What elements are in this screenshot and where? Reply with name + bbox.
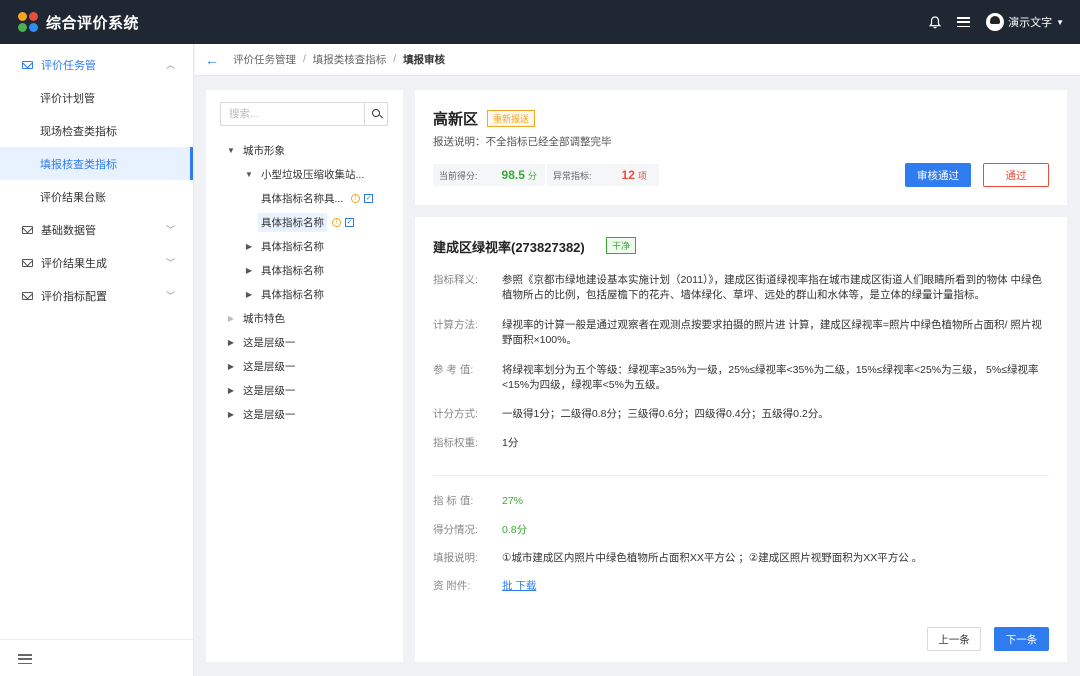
sidebar-item-label: 评价结果台账	[40, 191, 106, 204]
tree-node[interactable]: ▼ 城市形象	[206, 138, 403, 162]
tree-node[interactable]: ▶ 这是层级一	[206, 378, 403, 402]
menu-icon[interactable]	[957, 17, 971, 27]
field-definition: 指标释义: 参照《京都市绿地建设基本实施计划（2011）》，建成区街道绿视率指在…	[433, 274, 1042, 301]
tree-node[interactable]: ▶ 城市特色	[206, 306, 403, 330]
prev-button[interactable]: 上一条	[927, 627, 981, 651]
collapse-menu-icon[interactable]	[18, 654, 32, 664]
sidebar-item-report-check[interactable]: 填报核查类指标	[0, 147, 193, 180]
status-badge: 干净	[606, 237, 637, 254]
sidebar-group-result[interactable]: 评价结果生成 ﹀	[0, 246, 193, 279]
mail-icon	[22, 225, 33, 234]
back-arrow-icon[interactable]: ←	[205, 52, 219, 68]
field-reference: 参 考 值: 将绿视率划分为五个等级：绿视率≥35%为一级，25%≤绿视率<35…	[433, 364, 1039, 391]
sidebar-group-label: 评价指标配置	[41, 290, 107, 303]
top-bar: 综合评价系统 演示文字 ▼	[0, 0, 1080, 44]
sidebar-group-label: 评价结果生成	[41, 257, 107, 270]
user-name: 演示文字	[1008, 17, 1053, 29]
field-scoring: 计分方式: 一级得1分；二级得0.8分；三级得0.6分；四级得0.4分；五级得0…	[433, 408, 829, 420]
status-badge: 重新报送	[487, 110, 536, 127]
chevron-up-icon: ︿	[165, 60, 175, 70]
caret-right-icon[interactable]: ▶	[226, 338, 236, 347]
report-note: 报送说明：不全指标已经全部调整完毕	[433, 136, 612, 148]
checkbox-checked-icon[interactable]: ✓	[364, 193, 374, 203]
indicator-detail-card: 建成区绿视率(273827382) 干净 指标释义: 参照《京都市绿地建设基本实…	[415, 217, 1067, 662]
tree-node[interactable]: ▶ 具体指标名称	[206, 234, 403, 258]
indicator-title: 建成区绿视率(273827382)	[433, 240, 585, 255]
indicator-tree-panel: ▼ 城市形象 ▼ 小型垃圾压缩收集站... 具体指标名称具... !✓ 具体指标…	[206, 90, 403, 662]
tree-node[interactable]: ▼ 小型垃圾压缩收集站...	[206, 162, 403, 186]
tree-node[interactable]: ▶ 这是层级一	[206, 354, 403, 378]
sidebar-group-task[interactable]: 评价任务管 ︿	[0, 48, 193, 81]
sidebar-group-config[interactable]: 评价指标配置 ﹀	[0, 279, 193, 312]
sidebar-item-onsite[interactable]: 现场检查类指标	[0, 114, 193, 147]
divider	[433, 475, 1049, 476]
caret-right-icon[interactable]: ▶	[226, 314, 236, 323]
tree-node[interactable]: ▶ 具体指标名称	[206, 282, 403, 306]
logo-icon	[18, 12, 38, 32]
avatar	[986, 13, 1005, 31]
chevron-down-icon: ﹀	[165, 225, 175, 235]
approve-button[interactable]: 审核通过	[905, 163, 971, 187]
user-menu[interactable]: 演示文字 ▼	[986, 13, 1064, 31]
field-attachment: 资 附件: 批 下载	[433, 579, 537, 594]
chevron-down-icon: ﹀	[165, 258, 175, 268]
sidebar-item-label: 填报核查类指标	[40, 158, 117, 171]
app-logo[interactable]: 综合评价系统	[0, 12, 194, 33]
breadcrumb-item[interactable]: 评价任务管理	[233, 52, 296, 67]
caret-right-icon[interactable]: ▶	[244, 290, 254, 299]
chevron-down-icon: ﹀	[165, 291, 175, 301]
caret-right-icon[interactable]: ▶	[244, 266, 254, 275]
caret-right-icon[interactable]: ▶	[244, 242, 254, 251]
tree: ▼ 城市形象 ▼ 小型垃圾压缩收集站... 具体指标名称具... ! ✓ 具体指标…	[206, 138, 403, 426]
sidebar-group-label: 评价任务管	[41, 59, 96, 72]
mail-icon	[22, 60, 33, 69]
caret-down-icon[interactable]: ▼	[226, 146, 236, 155]
tree-node[interactable]: 具体指标名称具... ! ✓	[206, 186, 403, 210]
warning-icon: !	[332, 217, 341, 227]
bell-icon[interactable]	[929, 15, 942, 29]
caret-right-icon[interactable]: ▶	[226, 386, 236, 395]
mail-icon	[22, 291, 33, 300]
caret-right-icon[interactable]: ▶	[226, 362, 236, 371]
sidebar-item-plan[interactable]: 评价计划管	[0, 81, 193, 114]
pass-button[interactable]: 通过	[983, 163, 1049, 187]
breadcrumb: ← 评价任务管理 / 填报类核查指标 / 填报审核	[195, 44, 1080, 76]
chevron-down-icon: ▼	[1056, 17, 1064, 27]
tree-node[interactable]: ▶ 具体指标名称	[206, 258, 403, 282]
download-link[interactable]: 批 下载	[502, 579, 536, 594]
caret-right-icon[interactable]: ▶	[226, 410, 236, 419]
field-calc-method: 计算方法: 绿视率的计算一般是通过观察者在观测点按要求拍摄的照片进 计算，建成区…	[433, 319, 1042, 346]
caret-down-icon[interactable]: ▼	[244, 170, 254, 179]
checkbox-checked-icon[interactable]: ✓	[345, 217, 354, 227]
app-title: 综合评价系统	[46, 14, 140, 32]
search-input[interactable]	[221, 103, 364, 125]
tree-node[interactable]: ▶ 这是层级一	[206, 330, 403, 354]
summary-card: 高新区 重新报送 报送说明：不全指标已经全部调整完毕 当前得分: 98.5 分 …	[415, 90, 1067, 205]
divider	[0, 639, 193, 640]
current-score: 当前得分: 98.5 分	[433, 164, 545, 186]
breadcrumb-item[interactable]: 填报类核查指标	[313, 52, 387, 67]
abnormal-count: 异常指标: 12 项	[547, 164, 659, 186]
region-title: 高新区	[433, 111, 479, 128]
field-weight: 指标权重: 1分	[433, 437, 519, 449]
sidebar: 评价任务管 ︿ 评价计划管 现场检查类指标 填报核查类指标 评价结果台账 基础数…	[0, 44, 194, 676]
sidebar-group-base-data[interactable]: 基础数据管 ﹀	[0, 213, 193, 246]
sidebar-item-label: 评价计划管	[40, 92, 95, 105]
sidebar-item-ledger[interactable]: 评价结果台账	[0, 180, 193, 213]
sidebar-group-label: 基础数据管	[41, 224, 96, 237]
field-score: 得分情况: 0.8分	[433, 524, 528, 536]
tree-node-selected[interactable]: 具体指标名称 ! ✓	[206, 210, 403, 234]
search-icon	[372, 109, 380, 117]
warning-icon: !	[351, 193, 361, 203]
field-report-note: 填报说明: ①城市建成区内照片中绿色植物所占面积XX平方公 ；②建成区照片视野面…	[433, 552, 923, 564]
tree-node[interactable]: ▶ 这是层级一	[206, 402, 403, 426]
breadcrumb-current: 填报审核	[403, 54, 446, 66]
tree-search	[220, 102, 388, 126]
mail-icon	[22, 258, 33, 267]
next-button[interactable]: 下一条	[994, 627, 1049, 651]
search-button[interactable]	[364, 103, 387, 125]
sidebar-item-label: 现场检查类指标	[40, 125, 117, 138]
field-indicator-value: 指 标 值: 27%	[433, 495, 524, 507]
